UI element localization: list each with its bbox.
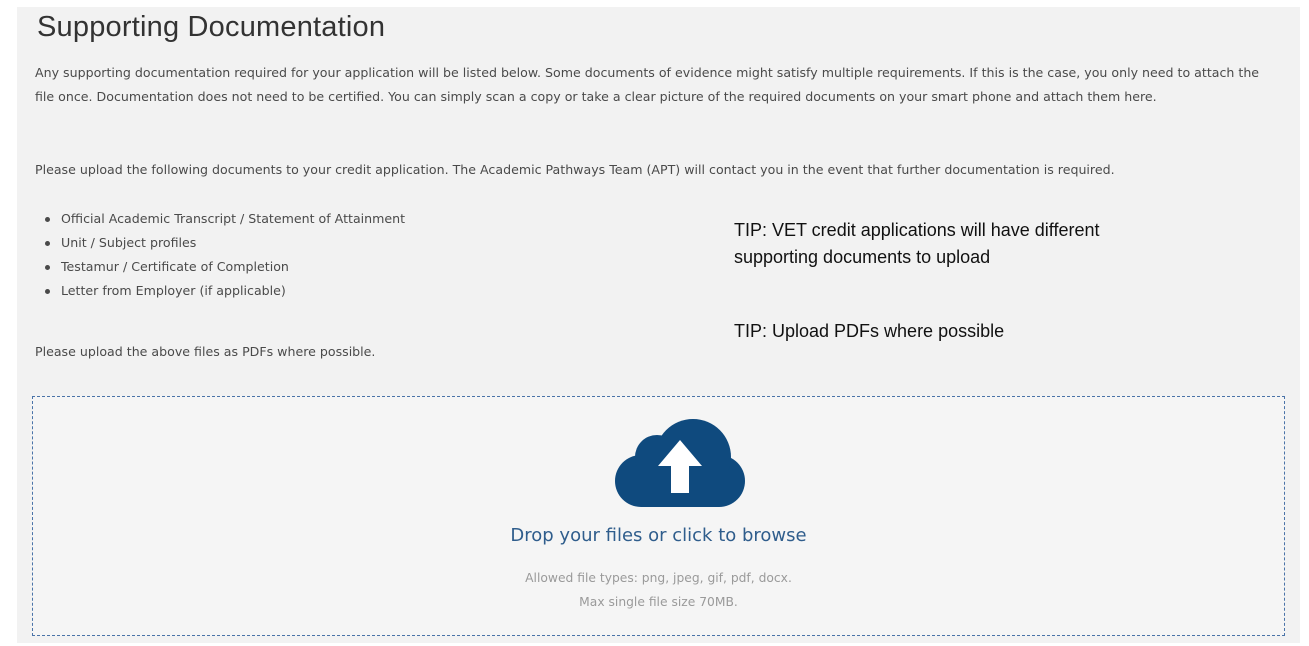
pdf-note: Please upload the above files as PDFs wh… [35, 344, 376, 359]
required-documents-list: Official Academic Transcript / Statement… [44, 207, 405, 303]
list-item: Unit / Subject profiles [44, 231, 405, 255]
upload-instructions: Please upload the following documents to… [35, 162, 1115, 177]
list-item: Letter from Employer (if applicable) [44, 279, 405, 303]
intro-text: Any supporting documentation required fo… [35, 65, 1260, 104]
tip-vet-credit: TIP: VET credit applications will have d… [734, 220, 1100, 267]
dropzone-label[interactable]: Drop your files or click to browse [33, 525, 1284, 546]
allowed-file-types: Allowed file types: png, jpeg, gif, pdf,… [525, 571, 792, 585]
file-dropzone[interactable]: Drop your files or click to browse Allow… [32, 396, 1285, 636]
list-item: Testamur / Certificate of Completion [44, 255, 405, 279]
section-title: Supporting Documentation [37, 11, 386, 43]
tip-upload-pdfs: TIP: Upload PDFs where possible [734, 321, 1005, 341]
max-file-size: Max single file size 70MB. [579, 595, 738, 609]
cloud-upload-icon [615, 419, 745, 507]
list-item: Official Academic Transcript / Statement… [44, 207, 405, 231]
